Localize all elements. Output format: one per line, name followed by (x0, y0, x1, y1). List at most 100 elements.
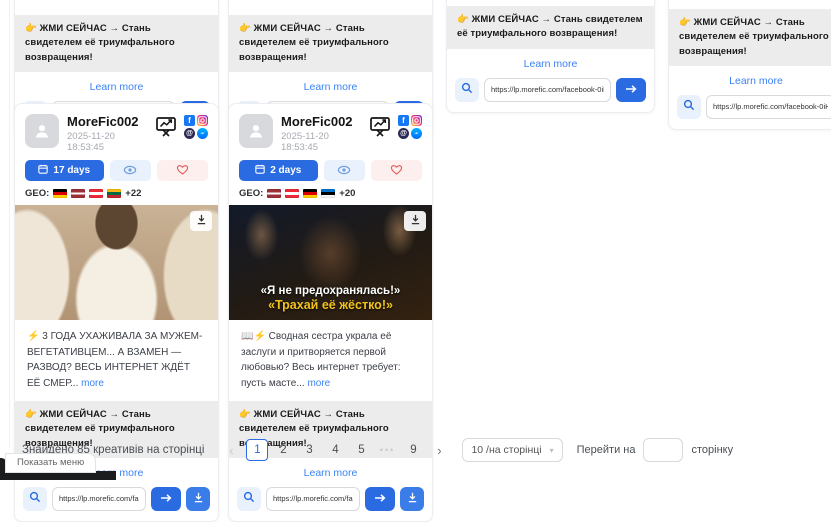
search-url-button[interactable] (677, 95, 701, 119)
pagination-page-3[interactable]: 3 (298, 439, 320, 461)
avatar (25, 114, 59, 148)
pagination-page-1[interactable]: 1 (246, 439, 268, 461)
learn-more-link[interactable]: Learn more (15, 81, 218, 93)
pagination-page-5[interactable]: 5 (350, 439, 372, 461)
arrow-right-icon (625, 81, 637, 99)
search-url-button[interactable] (23, 487, 47, 511)
more-link[interactable]: more (81, 378, 104, 389)
learn-more-link[interactable]: Learn more (669, 75, 831, 87)
download-creative-button[interactable] (186, 487, 210, 511)
pagination-ellipsis[interactable]: ••• (376, 439, 398, 461)
landing-url-input[interactable] (266, 487, 360, 511)
calendar-icon (255, 164, 265, 177)
flag-germany (53, 189, 67, 198)
presentation-stats-icon[interactable] (154, 114, 178, 143)
download-icon (410, 212, 421, 230)
favorite-button[interactable] (371, 160, 422, 181)
goto-page-suffix: сторінку (691, 444, 733, 456)
days-active-button[interactable]: 2 days (239, 160, 318, 181)
learn-more-link[interactable]: Learn more (229, 467, 432, 479)
landing-url-input[interactable] (484, 78, 611, 102)
open-url-button[interactable] (151, 487, 181, 511)
cta-headline: 👉 ЖМИ СЕЙЧАС → Стань свидетелем её триум… (15, 15, 218, 72)
geo-label: GEO: (25, 188, 49, 199)
creative-image (15, 205, 218, 320)
download-icon (196, 212, 207, 230)
image-overlay-text: «Я не предохранялась!» «Трахай её жёстко… (229, 285, 432, 312)
creative-datetime: 2025-11-20 18:53:45 (67, 131, 154, 153)
show-menu-button[interactable]: Показать меню (5, 453, 96, 473)
search-icon (683, 98, 695, 116)
calendar-icon (38, 164, 48, 177)
arrow-right-icon (374, 490, 386, 508)
download-creative-button[interactable] (400, 487, 424, 511)
learn-more-link[interactable]: Learn more (447, 58, 654, 70)
per-page-select[interactable]: 10 /на сторінці ▾ (462, 438, 562, 462)
cta-headline: 👉 ЖМИ СЕЙЧАС → Стань свидетелем её триум… (229, 15, 432, 72)
download-image-button[interactable] (190, 211, 212, 231)
eye-icon (337, 162, 351, 180)
download-image-button[interactable] (404, 211, 426, 231)
chevron-down-icon: ▾ (550, 446, 554, 455)
pagination-bar: Знайдено 85 креативів на сторінці ‹ 1 2 … (22, 438, 733, 462)
creative-body-text: ⚡ 3 ГОДА УХАЖИВАЛА ЗА МУЖЕМ-ВЕГЕТАТИВЦЕМ… (15, 320, 218, 401)
creative-body-text: 📖⚡ Сводная сестра украла её заслуги и пр… (229, 320, 432, 401)
cta-headline: 👉 ЖМИ СЕЙЧАС → Стань свидетелем её триум… (669, 9, 831, 66)
panel-edge-divider (9, 0, 10, 448)
facebook-icon[interactable]: f (184, 115, 195, 126)
flag-austria (89, 189, 103, 198)
creative-image: «Я не предохранялась!» «Трахай её жёстко… (229, 205, 432, 320)
facebook-icon[interactable]: f (398, 115, 409, 126)
landing-url-input[interactable] (52, 487, 146, 511)
flag-latvia (267, 189, 281, 198)
search-url-button[interactable] (237, 487, 261, 511)
preview-button[interactable] (110, 160, 152, 181)
page-name: MoreFic002 (281, 114, 368, 129)
days-label: 2 days (270, 165, 301, 176)
geo-label: GEO: (239, 188, 263, 199)
creative-card-partial-3: ИНТЕРНЕТ ЖДЁТ ЕЁ СМЕР... more 👉 ЖМИ СЕЙЧ… (446, 0, 655, 113)
threads-icon[interactable]: @ (184, 128, 195, 139)
favorite-button[interactable] (157, 160, 208, 181)
search-url-button[interactable] (455, 78, 479, 102)
goto-page-input[interactable] (643, 438, 683, 462)
flag-germany (303, 189, 317, 198)
creative-datetime: 2025-11-20 18:53:45 (281, 131, 368, 153)
preview-button[interactable] (324, 160, 366, 181)
goto-page-label: Перейти на (577, 444, 636, 456)
messenger-icon[interactable] (197, 128, 208, 139)
heart-icon (390, 162, 403, 180)
flag-lithuania (107, 189, 121, 198)
pagination-next-button[interactable]: › (428, 439, 450, 461)
messenger-icon[interactable] (411, 128, 422, 139)
open-url-button[interactable] (616, 78, 646, 102)
geo-extra-count: +20 (339, 188, 355, 199)
flag-austria (285, 189, 299, 198)
creative-card-partial-4: 👉 ЖМИ СЕЙЧАС → Стань свидетелем её триум… (668, 0, 831, 130)
more-link[interactable]: more (307, 378, 330, 389)
avatar (239, 114, 273, 148)
pagination-prev-button[interactable]: ‹ (220, 439, 242, 461)
pagination-page-2[interactable]: 2 (272, 439, 294, 461)
instagram-icon[interactable] (411, 115, 422, 126)
cta-headline: 👉 ЖМИ СЕЙЧАС → Стань свидетелем её триум… (447, 6, 654, 49)
per-page-value: 10 /на сторінці (471, 444, 541, 456)
download-icon (193, 490, 204, 508)
days-label: 17 days (53, 165, 90, 176)
instagram-icon[interactable] (197, 115, 208, 126)
landing-url-input[interactable] (706, 95, 831, 119)
pagination-page-4[interactable]: 4 (324, 439, 346, 461)
threads-icon[interactable]: @ (398, 128, 409, 139)
pagination-page-9[interactable]: 9 (402, 439, 424, 461)
search-icon (29, 490, 41, 508)
learn-more-link[interactable]: Learn more (229, 81, 432, 93)
days-active-button[interactable]: 17 days (25, 160, 104, 181)
search-icon (243, 490, 255, 508)
open-url-button[interactable] (365, 487, 395, 511)
search-icon (461, 81, 473, 99)
presentation-stats-icon[interactable] (368, 114, 392, 143)
arrow-right-icon (160, 490, 172, 508)
page-name: MoreFic002 (67, 114, 154, 129)
flag-estonia (321, 189, 335, 198)
heart-icon (176, 162, 189, 180)
